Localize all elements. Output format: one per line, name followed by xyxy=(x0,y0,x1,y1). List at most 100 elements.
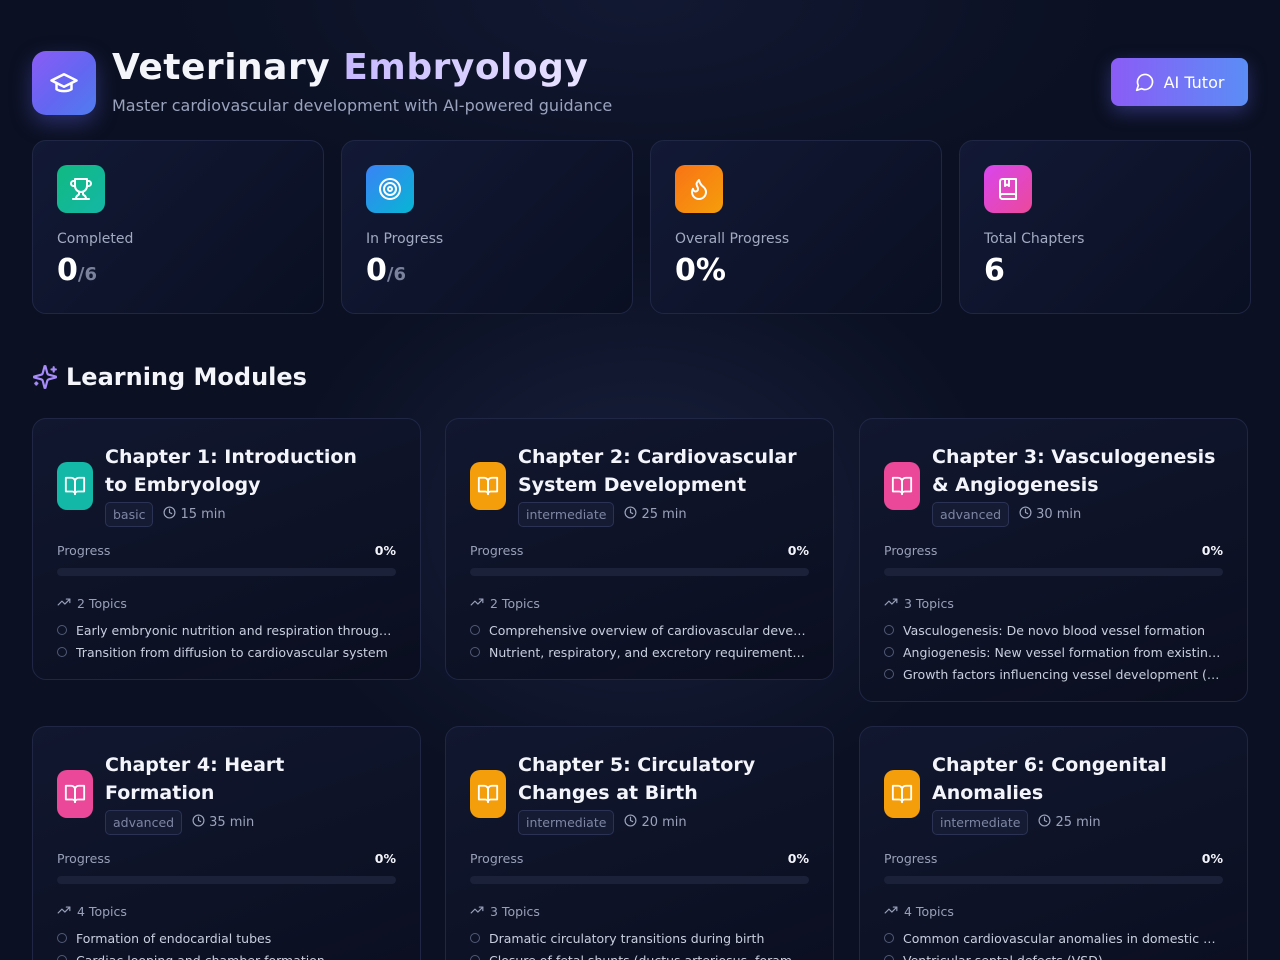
topics-count-text: 4 Topics xyxy=(77,904,127,919)
circle-icon xyxy=(57,625,67,635)
header: Veterinary Embryology Master cardiovascu… xyxy=(32,50,1248,115)
duration-text: 15 min xyxy=(180,507,226,522)
topic-item: Common cardiovascular anomalies in domes… xyxy=(884,927,1223,949)
circle-icon xyxy=(884,625,894,635)
module-header-text: Chapter 5: Circulatory Changes at Birth i… xyxy=(518,751,778,835)
trophy-icon xyxy=(57,165,105,213)
module-header-text: Chapter 3: Vasculogenesis & Angiogenesis… xyxy=(932,443,1223,527)
progress-label: Progress xyxy=(57,543,111,558)
topics-count: 4 Topics xyxy=(884,903,1223,920)
module-title: Chapter 1: Introduction to Embryology xyxy=(105,446,357,496)
progress-value: 0% xyxy=(787,851,809,866)
module-title: Chapter 6: Congenital Anomalies xyxy=(932,754,1167,804)
circle-icon xyxy=(884,933,894,943)
module-meta: advanced 35 min xyxy=(105,810,385,835)
graduation-cap-icon xyxy=(32,50,96,115)
topics-count-text: 3 Topics xyxy=(490,904,540,919)
level-badge: intermediate xyxy=(932,810,1029,835)
progress-value: 0% xyxy=(1201,543,1223,558)
progress-bar xyxy=(57,568,396,576)
circle-icon xyxy=(884,647,894,657)
module-header: Chapter 5: Circulatory Changes at Birth i… xyxy=(470,751,809,835)
stat-label: In Progress xyxy=(366,231,444,247)
module-meta: basic 15 min xyxy=(105,502,377,527)
topics-count-text: 3 Topics xyxy=(904,596,954,611)
ai-tutor-button[interactable]: AI Tutor xyxy=(1111,58,1248,106)
progress-label: Progress xyxy=(884,543,938,558)
topic-text: Cardiac looping and chamber formation xyxy=(76,952,325,960)
circle-icon xyxy=(884,955,894,960)
module-header-text: Chapter 2: Cardiovascular System Develop… xyxy=(518,443,800,527)
level-badge: intermediate xyxy=(518,810,615,835)
stats-row: Completed 0/6 In Progress 0/6 Overall Pr… xyxy=(32,140,1251,314)
trending-up-icon xyxy=(470,903,484,920)
module-card[interactable]: Chapter 5: Circulatory Changes at Birth i… xyxy=(445,726,834,960)
title-part-1: Veterinary xyxy=(112,47,331,88)
duration-text: 25 min xyxy=(1055,815,1101,830)
module-card[interactable]: Chapter 4: Heart Formation advanced 35 min… xyxy=(32,726,421,960)
module-title: Chapter 3: Vasculogenesis & Angiogenesis xyxy=(932,446,1216,496)
circle-icon xyxy=(57,647,67,657)
module-meta: intermediate 25 min xyxy=(932,810,1222,835)
topic-text: Vasculogenesis: De novo blood vessel for… xyxy=(903,622,1206,638)
module-title: Chapter 5: Circulatory Changes at Birth xyxy=(518,754,756,804)
module-card[interactable]: Chapter 1: Introduction to Embryology bas… xyxy=(32,418,421,680)
progress-label: Progress xyxy=(57,851,111,866)
open-book-icon xyxy=(470,462,506,510)
topic-item: Ventricular septal defects (VSD) xyxy=(884,949,1223,960)
topic-list: Early embryonic nutrition and respiratio… xyxy=(57,619,396,663)
module-header: Chapter 1: Introduction to Embryology bas… xyxy=(57,443,396,527)
stat-number: 0 xyxy=(366,253,387,288)
progress-row: Progress 0% xyxy=(470,851,809,866)
topic-text: Growth factors influencing vessel develo… xyxy=(903,666,1223,682)
progress-row: Progress 0% xyxy=(57,543,396,558)
progress-bar xyxy=(884,568,1223,576)
clock-icon xyxy=(1038,814,1051,831)
duration: 25 min xyxy=(624,506,687,523)
stat-value: 6 xyxy=(984,253,1226,288)
progress-value: 0% xyxy=(1201,851,1223,866)
topic-text: Common cardiovascular anomalies in domes… xyxy=(903,930,1223,946)
title-part-2: Embryology xyxy=(343,47,589,88)
page-title: Veterinary Embryology xyxy=(112,50,612,86)
module-card[interactable]: Chapter 6: Congenital Anomalies intermedi… xyxy=(859,726,1248,960)
progress-row: Progress 0% xyxy=(470,543,809,558)
section-title-label: Learning Modules xyxy=(66,363,307,391)
topic-text: Closure of fetal shunts (ductus arterios… xyxy=(489,952,809,960)
progress-label: Progress xyxy=(470,851,524,866)
topic-list: Comprehensive overview of cardiovascular… xyxy=(470,619,809,663)
module-card[interactable]: Chapter 3: Vasculogenesis & Angiogenesis… xyxy=(859,418,1248,702)
circle-icon xyxy=(470,625,480,635)
topic-text: Early embryonic nutrition and respiratio… xyxy=(76,622,396,638)
topic-text: Formation of endocardial tubes xyxy=(76,930,272,946)
open-book-icon xyxy=(884,770,920,818)
progress-value: 0% xyxy=(374,543,396,558)
topics-count: 3 Topics xyxy=(470,903,809,920)
stat-card-overall-progress: Overall Progress 0% xyxy=(650,140,942,314)
level-badge: intermediate xyxy=(518,502,615,527)
open-book-icon xyxy=(57,462,93,510)
stat-label: Overall Progress xyxy=(675,231,790,247)
trending-up-icon xyxy=(470,595,484,612)
stat-value: 0/6 xyxy=(57,253,299,288)
module-header-text: Chapter 6: Congenital Anomalies intermedi… xyxy=(932,751,1222,835)
module-title: Chapter 2: Cardiovascular System Develop… xyxy=(518,446,797,496)
stat-label: Completed xyxy=(57,231,134,247)
clock-icon xyxy=(1019,506,1032,523)
topics-count: 2 Topics xyxy=(470,595,809,612)
stat-denominator: /6 xyxy=(77,264,97,285)
duration: 15 min xyxy=(163,506,226,523)
module-header-text: Chapter 4: Heart Formation advanced 35 min xyxy=(105,751,385,835)
module-meta: advanced 30 min xyxy=(932,502,1223,527)
progress-value: 0% xyxy=(374,851,396,866)
open-book-icon xyxy=(470,770,506,818)
circle-icon xyxy=(57,933,67,943)
module-card[interactable]: Chapter 2: Cardiovascular System Develop… xyxy=(445,418,834,680)
stat-card-in-progress: In Progress 0/6 xyxy=(341,140,633,314)
topic-text: Ventricular septal defects (VSD) xyxy=(903,952,1103,960)
stat-value: 0% xyxy=(675,253,917,288)
trending-up-icon xyxy=(884,903,898,920)
topic-item: Nutrient, respiratory, and excretory req… xyxy=(470,641,809,663)
stat-number: 0 xyxy=(57,253,78,288)
stat-denominator: /6 xyxy=(386,264,406,285)
